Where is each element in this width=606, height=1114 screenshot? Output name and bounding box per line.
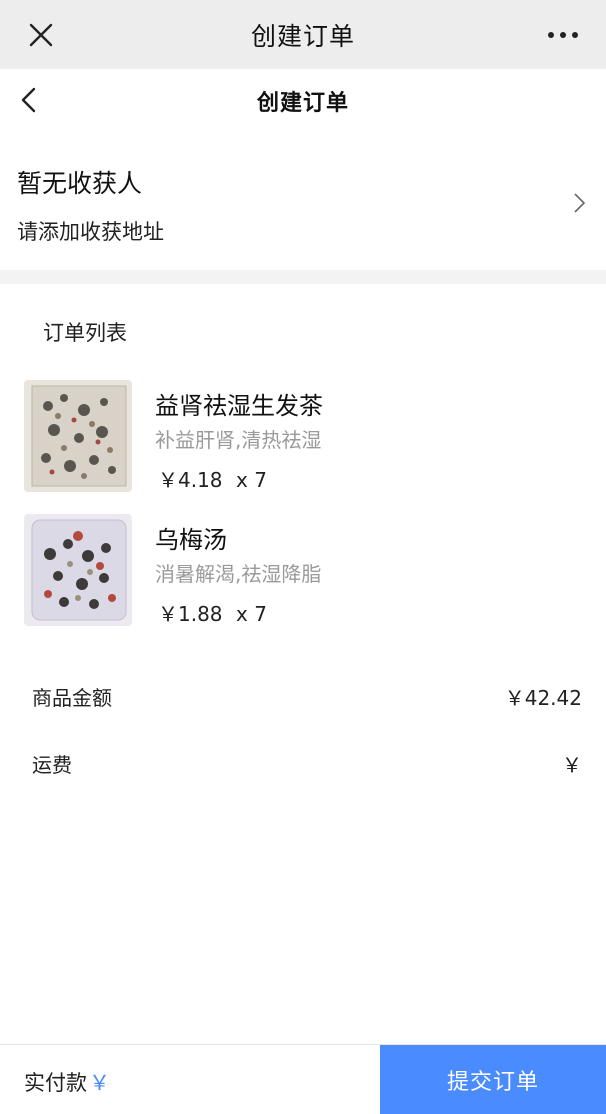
product-quantity: x 7 (236, 468, 267, 492)
page-title: 创建订单 (256, 91, 349, 116)
close-icon[interactable] (28, 22, 54, 48)
create-order-page: 创建订单 创建订单 暂无收获人 请添加收获地址 订单列表 益肾祛湿生发茶 补益肝… (0, 0, 606, 1114)
product-name: 益肾祛湿生发茶 (155, 392, 323, 420)
address-selector[interactable]: 暂无收获人 请添加收获地址 (0, 140, 606, 270)
product-price: ￥4.18 (158, 468, 223, 492)
product-price: ￥1.88 (158, 602, 223, 626)
more-icon[interactable] (548, 32, 578, 38)
actual-payment-label: 实付款 (24, 1071, 87, 1095)
goods-amount-value: ￥42.42 (504, 686, 582, 710)
freight-row: 运费 ￥ (0, 741, 606, 781)
order-list-title: 订单列表 (43, 321, 127, 345)
actual-payment: 实付款￥ (24, 1067, 110, 1097)
product-image (24, 514, 132, 626)
product-quantity: x 7 (236, 602, 267, 626)
address-hint: 请添加收获地址 (17, 220, 164, 244)
back-icon[interactable] (16, 85, 42, 115)
wechat-title: 创建订单 (250, 21, 355, 51)
section-divider (0, 270, 606, 284)
product-desc: 消暑解渴,祛湿降脂 (155, 562, 322, 586)
app-nav-bar: 创建订单 (0, 69, 606, 133)
submit-order-button[interactable]: 提交订单 (380, 1045, 606, 1114)
freight-label: 运费 (32, 753, 72, 777)
goods-amount-row: 商品金额 ￥42.42 (0, 674, 606, 714)
list-item[interactable]: 益肾祛湿生发茶 补益肝肾,清热祛湿 ￥4.18 x 7 (0, 380, 606, 510)
chevron-right-icon (574, 193, 586, 213)
freight-value: ￥ (562, 753, 582, 777)
wechat-title-bar: 创建订单 (0, 0, 606, 69)
receiver-name: 暂无收获人 (17, 169, 143, 198)
checkout-bar: 实付款￥ 提交订单 (0, 1044, 606, 1114)
product-image (24, 380, 132, 492)
list-item[interactable]: 乌梅汤 消暑解渴,祛湿降脂 ￥1.88 x 7 (0, 514, 606, 644)
goods-amount-label: 商品金额 (32, 686, 112, 710)
actual-payment-amount: ￥ (89, 1071, 110, 1095)
product-desc: 补益肝肾,清热祛湿 (155, 428, 322, 452)
product-name: 乌梅汤 (155, 526, 227, 554)
